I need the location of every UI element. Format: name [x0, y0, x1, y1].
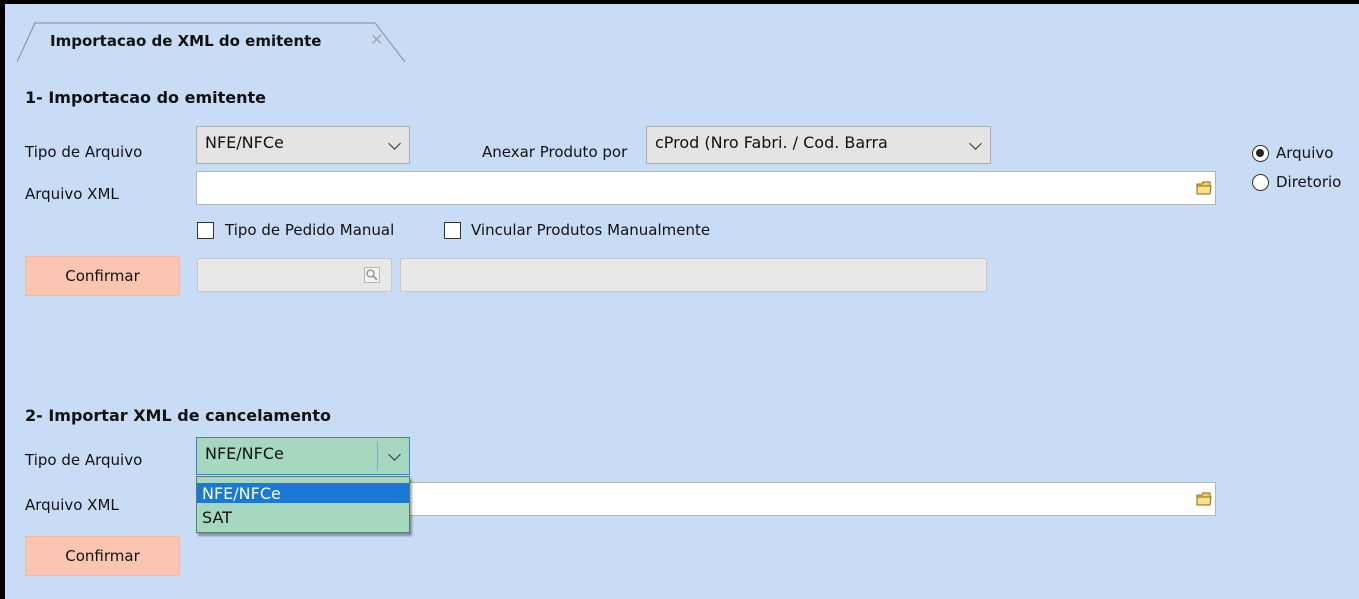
check-tipo-pedido-manual[interactable] — [197, 222, 214, 239]
chevron-down-icon — [969, 137, 982, 150]
tipo-arquivo-select-2[interactable]: NFE/NFCe — [196, 437, 410, 475]
tipo-arquivo-label: Tipo de Arquivo — [25, 143, 143, 161]
confirm-button-2[interactable]: Confirmar — [25, 536, 180, 576]
section1-title: 1- Importacao do emitente — [25, 88, 267, 107]
confirm-button[interactable]: Confirmar — [25, 256, 180, 296]
tipo-arquivo-value: NFE/NFCe — [205, 133, 284, 152]
folder-icon[interactable] — [1196, 492, 1212, 506]
dropdown-option-sat-label: SAT — [202, 508, 232, 527]
chevron-down-icon — [388, 137, 401, 150]
dropdown-option-nfe-label: NFE/NFCe — [202, 484, 281, 503]
tab-importacao-xml[interactable]: Importacao de XML do emitente ✕ — [17, 22, 405, 62]
chevron-down-icon — [388, 448, 401, 461]
dropdown-option-sat[interactable]: SAT — [197, 507, 409, 527]
arquivo-xml-label-2: Arquivo XML — [25, 496, 119, 514]
anexar-produto-value: cProd (Nro Fabri. / Cod. Barra — [655, 133, 888, 152]
radio-arquivo-label: Arquivo — [1276, 144, 1334, 162]
tipo-arquivo-label-2: Tipo de Arquivo — [25, 451, 143, 469]
tipo-arquivo-select[interactable]: NFE/NFCe — [196, 126, 410, 164]
arquivo-xml-input[interactable] — [196, 171, 1216, 205]
radio-diretorio[interactable] — [1252, 174, 1269, 191]
anexar-produto-select[interactable]: cProd (Nro Fabri. / Cod. Barra — [646, 126, 991, 164]
disabled-lookup-input — [197, 258, 392, 292]
arquivo-xml-label: Arquivo XML — [25, 185, 119, 203]
tipo-arquivo-dropdown-list: NFE/NFCe SAT — [196, 476, 410, 533]
anexar-produto-label: Anexar Produto por — [482, 143, 628, 161]
check-vincular-label: Vincular Produtos Manualmente — [471, 221, 711, 239]
section2-title: 2- Importar XML de cancelamento — [25, 406, 331, 425]
select-divider — [377, 442, 378, 470]
tab-strip: Importacao de XML do emitente ✕ — [5, 4, 1359, 68]
radio-arquivo[interactable] — [1252, 145, 1269, 162]
search-icon — [364, 267, 380, 283]
close-icon[interactable]: ✕ — [370, 30, 383, 49]
window-frame: Importacao de XML do emitente ✕ 1- Impor… — [0, 0, 1359, 599]
disabled-description-field — [400, 258, 987, 292]
tab-title: Importacao de XML do emitente — [50, 32, 322, 50]
check-vincular-produtos[interactable] — [444, 222, 461, 239]
tipo-arquivo-value-2: NFE/NFCe — [205, 444, 284, 463]
check-tipo-pedido-label: Tipo de Pedido Manual — [225, 221, 395, 239]
dropdown-option-nfe[interactable]: NFE/NFCe — [197, 483, 409, 503]
radio-diretorio-label: Diretorio — [1276, 173, 1342, 191]
folder-icon[interactable] — [1196, 181, 1212, 195]
